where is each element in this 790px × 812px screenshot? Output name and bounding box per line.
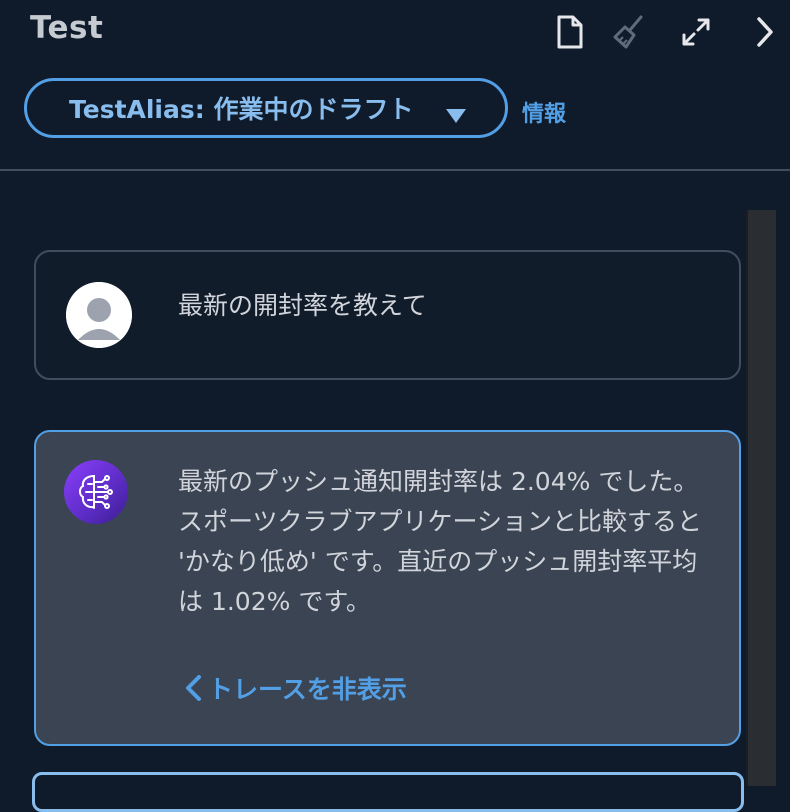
alias-select-label: TestAlias: 作業中のドラフト — [69, 95, 414, 124]
expand-icon[interactable] — [678, 12, 714, 52]
alias-select[interactable]: TestAlias: 作業中のドラフト — [24, 78, 508, 138]
header-divider — [0, 169, 790, 171]
panel-title: Test — [30, 10, 104, 46]
chevron-left-icon — [186, 675, 201, 701]
scrollbar[interactable] — [746, 210, 776, 786]
hide-trace-label: トレースを非表示 — [208, 675, 407, 704]
user-message-text: 最新の開封率を教えて — [178, 291, 427, 320]
user-avatar-icon — [66, 282, 132, 348]
clear-broom-icon[interactable] — [610, 12, 646, 52]
hide-trace-link[interactable]: トレースを非表示 — [182, 670, 407, 706]
agent-brain-icon — [64, 460, 128, 524]
agent-message-card: 最新のプッシュ通知開封率は 2.04% でした。スポーツクラブアプリケーションと… — [34, 430, 741, 746]
caret-down-icon — [445, 101, 467, 130]
test-panel-header: Test TestAlias: 作業中のドラフト 情報 — [0, 0, 790, 170]
next-message-card — [32, 772, 744, 812]
document-icon[interactable] — [552, 12, 588, 52]
user-message-card: 最新の開封率を教えて — [34, 250, 741, 380]
info-link[interactable]: 情報 — [522, 96, 566, 128]
agent-message-text: 最新のプッシュ通知開封率は 2.04% でした。スポーツクラブアプリケーションと… — [178, 467, 703, 616]
chevron-right-icon[interactable] — [746, 12, 782, 52]
